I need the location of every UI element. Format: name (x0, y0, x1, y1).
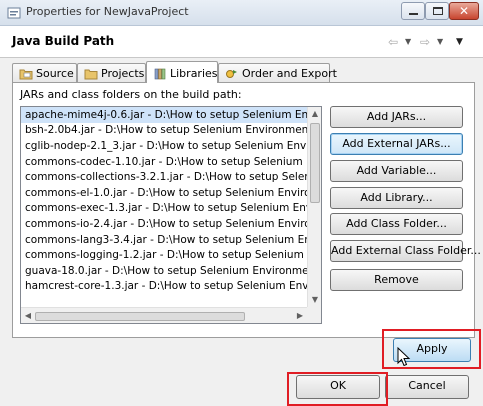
scroll-down-icon[interactable]: ▼ (308, 293, 322, 307)
window-title: Properties for NewJavaProject (26, 5, 189, 18)
list-item[interactable]: cglib-nodep-2.1_3.jar - D:\How to setup … (21, 138, 307, 154)
back-dropdown-icon[interactable]: ▼ (405, 35, 411, 49)
projects-icon (84, 69, 98, 80)
vertical-scroll-thumb[interactable] (310, 123, 320, 203)
maximize-button[interactable] (425, 2, 449, 20)
add-library-button[interactable]: Add Library... (330, 187, 463, 209)
close-icon: ✕ (458, 4, 470, 18)
source-folder-icon (19, 69, 33, 80)
list-item[interactable]: commons-collections-3.2.1.jar - D:\How t… (21, 169, 307, 185)
maximize-icon (433, 7, 443, 15)
close-button[interactable]: ✕ (449, 2, 479, 20)
list-item[interactable]: bsh-2.0b4.jar - D:\How to setup Selenium… (21, 123, 307, 139)
eclipse-properties-icon (7, 7, 21, 19)
add-external-class-folder-button[interactable]: Add External Class Folder... (330, 240, 481, 262)
horizontal-scroll-thumb[interactable] (35, 312, 245, 321)
forward-arrow-icon[interactable]: ⇨ (420, 35, 430, 49)
properties-dialog: Properties for NewJavaProject ✕ Java Bui… (0, 0, 483, 406)
add-variable-button[interactable]: Add Variable... (330, 160, 463, 182)
horizontal-scrollbar[interactable]: ◀ ▶ (21, 307, 307, 323)
tab-libraries[interactable]: Libraries (146, 61, 218, 83)
list-item[interactable]: commons-exec-1.3.jar - D:\How to setup S… (21, 201, 307, 217)
title-bar: Properties for NewJavaProject ✕ (0, 0, 483, 26)
ok-button[interactable]: OK (296, 375, 380, 399)
vertical-scrollbar[interactable]: ▲ ▼ (307, 107, 321, 307)
list-item[interactable]: commons-logging-1.2.jar - D:\How to setu… (21, 247, 307, 263)
history-navigation: ⇦ ▼ ⇨ ▼ ▼ (388, 35, 473, 49)
add-external-jars-button[interactable]: Add External JARs... (330, 133, 463, 155)
mouse-cursor-icon (397, 347, 411, 367)
view-menu-icon[interactable]: ▼ (456, 35, 463, 49)
back-arrow-icon[interactable]: ⇦ (388, 35, 398, 49)
tab-source[interactable]: Source (12, 63, 77, 83)
tab-libraries-label: Libraries (170, 67, 218, 80)
list-item[interactable]: apache-mime4j-0.6.jar - D:\How to setup … (21, 107, 307, 123)
minimize-icon (409, 13, 418, 15)
page-title: Java Build Path (12, 34, 115, 48)
forward-dropdown-icon[interactable]: ▼ (437, 35, 443, 49)
jar-list-rows: apache-mime4j-0.6.jar - D:\How to setup … (21, 107, 307, 307)
list-item[interactable]: hamcrest-core-1.3.jar - D:\How to setup … (21, 279, 307, 295)
scroll-up-icon[interactable]: ▲ (308, 107, 322, 121)
list-item[interactable]: commons-lang3-3.4.jar - D:\How to setup … (21, 232, 307, 248)
scroll-left-icon[interactable]: ◀ (21, 308, 35, 324)
page-header: Java Build Path ⇦ ▼ ⇨ ▼ ▼ (0, 26, 483, 58)
tab-source-label: Source (36, 67, 74, 80)
minimize-button[interactable] (401, 2, 425, 20)
remove-button[interactable]: Remove (330, 269, 463, 291)
libraries-icon (154, 68, 166, 80)
add-jars-button[interactable]: Add JARs... (330, 106, 463, 128)
list-item[interactable]: commons-io-2.4.jar - D:\How to setup Sel… (21, 216, 307, 232)
scrollbar-corner (307, 307, 321, 323)
tab-projects[interactable]: Projects (77, 63, 146, 83)
tab-projects-label: Projects (101, 67, 145, 80)
jar-list[interactable]: apache-mime4j-0.6.jar - D:\How to setup … (20, 106, 322, 324)
tab-order-and-export[interactable]: Order and Export (218, 63, 337, 83)
cancel-button[interactable]: Cancel (385, 375, 469, 399)
scroll-right-icon[interactable]: ▶ (293, 308, 307, 324)
list-item[interactable]: commons-el-1.0.jar - D:\How to setup Sel… (21, 185, 307, 201)
order-export-icon (226, 70, 237, 78)
add-class-folder-button[interactable]: Add Class Folder... (330, 213, 463, 235)
jar-list-label: JARs and class folders on the build path… (20, 88, 242, 101)
tab-order-and-export-label: Order and Export (242, 67, 337, 80)
list-item[interactable]: commons-codec-1.10.jar - D:\How to setup… (21, 154, 307, 170)
list-item[interactable]: guava-18.0.jar - D:\How to setup Seleniu… (21, 263, 307, 279)
